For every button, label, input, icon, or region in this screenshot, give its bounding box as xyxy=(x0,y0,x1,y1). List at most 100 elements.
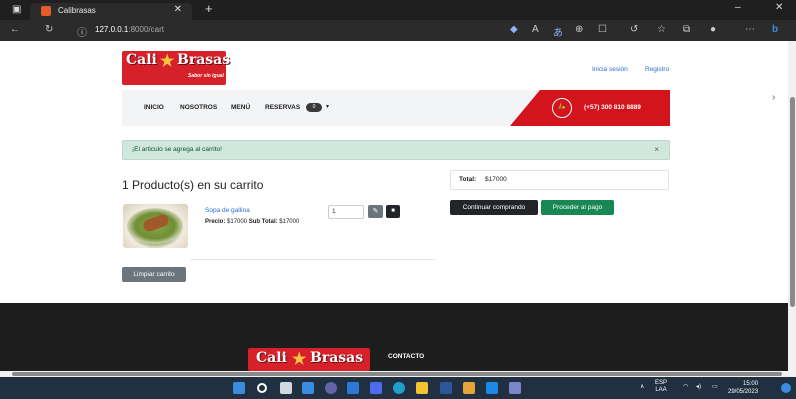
login-link[interactable]: Inicia sesión xyxy=(592,66,628,73)
logo-word-cali: Cali xyxy=(126,52,157,68)
store-icon[interactable] xyxy=(347,382,359,394)
clear-cart-button[interactable]: Limpiar carrito xyxy=(122,267,186,282)
new-tab-button[interactable]: + xyxy=(205,1,213,16)
vscode-icon[interactable] xyxy=(486,382,498,394)
footer-contact-heading: CONTACTO xyxy=(388,353,425,360)
notification-icon[interactable] xyxy=(781,383,791,393)
horizontal-scroll-thumb[interactable] xyxy=(12,372,782,376)
cart-title: 1 Producto(s) en su carrito xyxy=(122,178,264,192)
success-alert: ¡El articulo se agrega al carrito! × xyxy=(122,140,670,160)
cart-divider xyxy=(190,259,436,260)
widgets-icon[interactable] xyxy=(302,382,314,394)
nav-item-inicio[interactable]: INICIO xyxy=(144,104,164,111)
tab-actions-icon[interactable]: ▣ xyxy=(12,0,21,20)
start-icon[interactable] xyxy=(233,382,245,394)
chevron-right-icon[interactable]: › xyxy=(772,92,775,103)
tab-favicon-icon xyxy=(41,6,51,16)
nav-item-nosotros[interactable]: NOSOTROS xyxy=(180,104,217,111)
volume-icon[interactable]: ◂) xyxy=(696,383,701,390)
refresh-extension-icon[interactable]: ↺ xyxy=(630,24,638,35)
total-label: Total: xyxy=(459,176,477,183)
total-box: Total: $17000 xyxy=(450,170,669,190)
nav-item-reservas[interactable]: RESERVAS xyxy=(265,104,300,111)
phone-number[interactable]: (+57) 300 810 8889 xyxy=(584,104,641,111)
back-icon[interactable]: ← xyxy=(10,24,20,35)
delete-button[interactable]: ■ xyxy=(386,205,400,218)
system-clock[interactable]: 15:00 29/05/2023 xyxy=(728,380,758,396)
browser-toolbar: ← ↻ ⓘ 127.0.0.1:8000/cart ◆ A あ ⊕ ☐ ↺ ☆ … xyxy=(0,20,796,41)
bing-icon[interactable]: b xyxy=(772,24,778,35)
product-price-line: Precio: $17000 Sub Total: $17000 xyxy=(205,219,299,225)
site-info-icon[interactable]: ⓘ xyxy=(77,24,87,39)
search-icon[interactable] xyxy=(257,383,267,393)
file-explorer-icon[interactable] xyxy=(416,382,428,394)
teams-icon[interactable] xyxy=(325,382,337,394)
subtotal-value: $17000 xyxy=(279,219,300,225)
word-icon[interactable] xyxy=(440,382,452,394)
clock-time: 15:00 xyxy=(743,381,759,387)
footer-logo-word-brasas: Brasas xyxy=(310,350,364,366)
main-navbar: INICIO NOSOTROS MENÚ RESERVAS 0 ▾ 🛵 (+57… xyxy=(122,90,670,126)
task-view-icon[interactable] xyxy=(280,382,292,394)
extension-icon[interactable]: ◆ xyxy=(510,24,518,35)
input-language[interactable]: ESP LAA xyxy=(655,380,667,394)
vertical-scroll-thumb[interactable] xyxy=(790,97,795,307)
translate-icon[interactable]: あ xyxy=(553,24,563,39)
cart-badge[interactable]: 0 xyxy=(306,103,322,112)
register-link[interactable]: Registro xyxy=(645,66,669,73)
language-code: ESP xyxy=(655,380,668,386)
alert-message: ¡El articulo se agrega al carrito! xyxy=(132,146,222,153)
tab-close-icon[interactable]: ✕ xyxy=(174,4,182,15)
tab-title: Calibrasas xyxy=(58,6,96,15)
wifi-icon[interactable]: ◠ xyxy=(683,383,688,390)
zoom-icon[interactable]: ⊕ xyxy=(575,24,583,35)
url-path: :8000/cart xyxy=(128,25,164,34)
delivery-icon: 🛵 xyxy=(552,98,572,118)
windows-taskbar: ∧ ESP LAA ◠ ◂) ▭ 15:00 29/05/2023 xyxy=(0,377,796,399)
phone-banner: 🛵 (+57) 300 810 8889 xyxy=(510,90,670,126)
footer-logo[interactable]: Cali ★ Brasas xyxy=(248,348,370,371)
more-menu-icon[interactable]: ⋯ xyxy=(745,24,755,35)
tray-chevron-icon[interactable]: ∧ xyxy=(640,383,644,390)
chevron-down-icon[interactable]: ▾ xyxy=(326,103,329,110)
nav-item-menu[interactable]: MENÚ xyxy=(231,104,250,111)
profile-icon[interactable]: ● xyxy=(710,24,716,35)
address-bar[interactable]: 127.0.0.1:8000/cart xyxy=(95,25,164,34)
chat-icon[interactable] xyxy=(509,382,521,394)
checkout-button[interactable]: Proceder al pago xyxy=(541,200,614,215)
collections-icon[interactable]: ⧉ xyxy=(683,24,690,35)
media-icon[interactable] xyxy=(463,382,475,394)
close-window-button[interactable]: ✕ xyxy=(775,2,783,13)
logo-word-brasas: Brasas xyxy=(177,52,231,68)
refresh-icon[interactable]: ↻ xyxy=(45,24,53,35)
quantity-input[interactable]: 1 xyxy=(328,205,364,219)
edit-button[interactable]: ✎ xyxy=(368,205,383,218)
total-value: $17000 xyxy=(485,176,507,183)
product-name-link[interactable]: Sopa de gallina xyxy=(205,207,250,214)
browser-tab[interactable]: Calibrasas ✕ xyxy=(30,3,192,20)
region-code: LAA xyxy=(655,387,667,393)
immersive-reader-icon[interactable]: ☐ xyxy=(598,24,607,35)
logo-tagline: Sabor sin igual xyxy=(188,73,224,79)
footer-logo-word-cali: Cali xyxy=(256,350,287,366)
site-logo[interactable]: Cali ★ Brasas Sabor sin igual xyxy=(122,51,230,85)
url-host: 127.0.0.1 xyxy=(95,25,129,34)
price-label: Precio: xyxy=(205,219,226,225)
logo-star-icon: ★ xyxy=(160,51,175,70)
page-viewport: Cali ★ Brasas Sabor sin igual Inicia ses… xyxy=(0,41,788,371)
site-footer: Cali ★ Brasas CONTACTO xyxy=(0,303,788,371)
footer-logo-star-icon: ★ xyxy=(292,349,307,368)
app-icon[interactable] xyxy=(370,382,382,394)
minimize-button[interactable]: – xyxy=(735,2,741,13)
subtotal-label: Sub Total: xyxy=(248,219,278,225)
clock-date: 29/05/2023 xyxy=(728,389,759,395)
browser-titlebar: ▣ Calibrasas ✕ + – ✕ xyxy=(0,0,796,20)
favorites-icon[interactable]: ☆ xyxy=(657,24,666,35)
battery-icon[interactable]: ▭ xyxy=(712,383,718,390)
alert-close-button[interactable]: × xyxy=(654,145,659,154)
continue-shopping-button[interactable]: Continuar comprando xyxy=(450,200,538,215)
price-value: $17000 xyxy=(227,219,248,225)
vertical-scrollbar[interactable] xyxy=(788,41,796,371)
edge-icon[interactable] xyxy=(393,382,405,394)
read-aloud-icon[interactable]: A xyxy=(532,24,539,35)
